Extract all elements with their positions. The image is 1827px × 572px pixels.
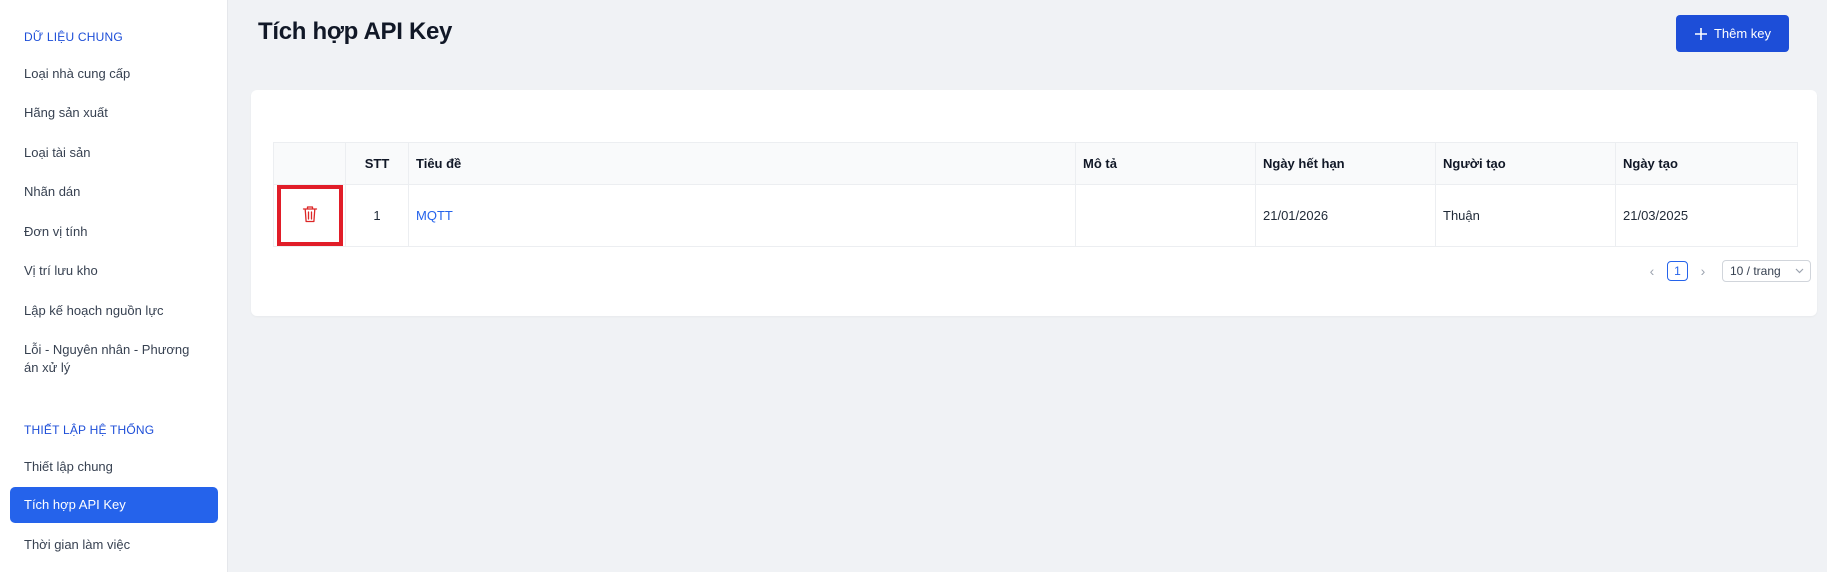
sidebar-item-label: Loại tài sản [24,145,91,160]
sidebar-section-title-system: THIẾT LẬP HỆ THỐNG [24,423,155,437]
sidebar-item-error-cause-solution[interactable]: Lỗi - Nguyên nhân - Phương án xử lý [10,341,218,379]
sidebar-item-working-time[interactable]: Thời gian làm việc [10,531,218,559]
next-page-icon[interactable]: › [1696,263,1710,279]
column-header-created-date[interactable]: Ngày tạo [1615,142,1798,185]
add-key-button[interactable]: Thêm key [1676,15,1789,52]
cell-created-date: 21/03/2025 [1615,184,1798,247]
column-header-expiry-date[interactable]: Ngày hết hạn [1255,142,1436,185]
title-link[interactable]: MQTT [416,208,453,223]
cell-stt: 1 [345,184,409,247]
column-header-title[interactable]: Tiêu đề [408,142,1076,185]
sidebar-item-label: Loại nhà cung cấp [24,66,131,81]
sidebar-item-label: Lập kế hoạch nguồn lực [24,303,164,318]
sidebar-item-label: Tích hợp API Key [24,497,126,512]
page-size-select[interactable]: 10 / trang [1722,260,1811,282]
plus-icon [1694,27,1708,41]
column-header-stt[interactable]: STT [345,142,409,185]
cell-creator: Thuận [1435,184,1616,247]
chevron-down-icon [1795,266,1804,277]
sidebar-item-manufacturer[interactable]: Hãng sản xuất [10,99,218,127]
sidebar-item-label: Vị trí lưu kho [24,263,98,278]
api-key-table: STT Tiêu đề Mô tả Ngày hết hạn Người tạo… [273,142,1798,247]
sidebar-item-general-settings[interactable]: Thiết lập chung [10,453,218,481]
cell-description [1075,184,1256,247]
table-header-row: STT Tiêu đề Mô tả Ngày hết hạn Người tạo… [273,142,1798,185]
sidebar-item-unit[interactable]: Đơn vị tính [10,218,218,246]
sidebar-item-label: Đơn vị tính [24,224,88,239]
column-header-action [273,142,346,185]
sidebar-item-label: Lỗi - Nguyên nhân - Phương án xử lý [24,342,190,375]
sidebar-item-api-key[interactable]: Tích hợp API Key [10,487,218,523]
prev-page-icon[interactable]: ‹ [1645,263,1659,279]
api-key-card: STT Tiêu đề Mô tả Ngày hết hạn Người tạo… [251,90,1817,316]
table-row: 1 MQTT 21/01/2026 Thuận 21/03/2025 [273,184,1798,247]
trash-icon [302,205,318,226]
sidebar-item-label: Hãng sản xuất [24,105,108,120]
cell-title: MQTT [408,184,1076,247]
sidebar-item-label: Thiết lập chung [24,459,113,474]
sidebar-item-labels[interactable]: Nhãn dán [10,178,218,206]
delete-button[interactable] [276,185,343,246]
cell-expiry-date: 21/01/2026 [1255,184,1436,247]
sidebar-item-storage-location[interactable]: Vị trí lưu kho [10,257,218,285]
page-1-button[interactable]: 1 [1667,261,1688,281]
page-title: Tích hợp API Key [258,18,453,45]
sidebar-section-title-general: DỮ LIỆU CHUNG [24,30,123,44]
sidebar-item-label: Nhãn dán [24,184,81,199]
sidebar-item-resource-planning[interactable]: Lập kế hoạch nguồn lực [10,297,218,325]
sidebar-item-label: Thời gian làm việc [24,537,131,552]
sidebar-item-supplier-type[interactable]: Loại nhà cung cấp [10,60,218,88]
sidebar-item-asset-type[interactable]: Loại tài sản [10,139,218,167]
add-key-label: Thêm key [1713,26,1772,41]
column-header-creator[interactable]: Người tạo [1435,142,1616,185]
action-cell [273,184,346,247]
column-header-description[interactable]: Mô tả [1075,142,1256,185]
pagination: ‹ 1 › 10 / trang [1645,260,1811,282]
sidebar: DỮ LIỆU CHUNG Loại nhà cung cấp Hãng sản… [0,0,228,572]
page-size-value: 10 / trang [1730,264,1781,278]
